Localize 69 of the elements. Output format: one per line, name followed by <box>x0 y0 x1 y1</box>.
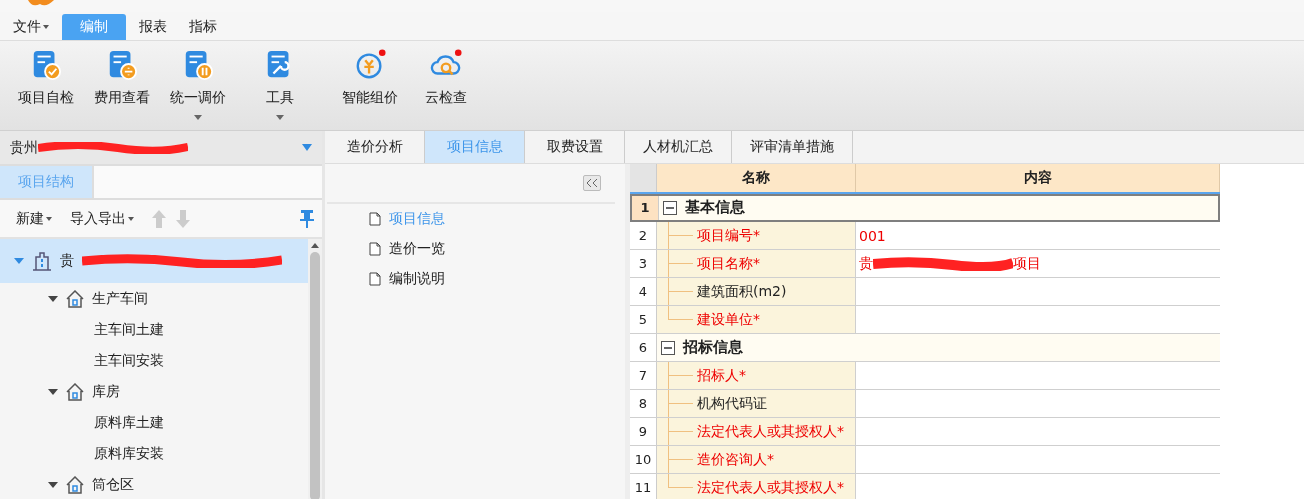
tree-item[interactable]: 筒仓区 <box>0 469 308 499</box>
tree-item[interactable]: 主车间安装 <box>0 345 308 376</box>
project-select[interactable]: 贵州 <box>0 131 322 166</box>
pin-icon[interactable] <box>300 209 314 228</box>
document-icon <box>369 242 381 256</box>
house-icon <box>66 289 84 308</box>
house-icon <box>66 382 84 401</box>
caret-icon <box>302 144 312 151</box>
ribbon-button[interactable]: 工具 <box>238 41 322 120</box>
collapse-toggle-icon[interactable] <box>661 340 675 355</box>
tree-item[interactable]: 生产车间 <box>0 283 308 314</box>
group-row[interactable]: 1 基本信息 <box>630 194 1220 222</box>
caret-icon <box>43 25 49 29</box>
toolbar-button[interactable]: 新建 <box>16 209 52 228</box>
expand-arrow-icon[interactable] <box>48 387 58 396</box>
collapse-button[interactable] <box>583 175 601 191</box>
column-header: 名称 <box>657 164 856 192</box>
row-number: 6 <box>630 334 657 361</box>
ribbon-button[interactable]: 费用查看 <box>86 41 158 107</box>
group-title: 基本信息 <box>685 198 745 217</box>
expand-arrow-icon[interactable] <box>48 294 58 303</box>
caret-icon <box>276 115 284 120</box>
ribbon-button[interactable]: 统一调价 <box>162 41 234 120</box>
menu-tab[interactable]: 指标 <box>180 14 226 40</box>
field-name: 机构代码证 <box>697 394 767 413</box>
scroll-up-arrow-icon[interactable] <box>311 243 319 248</box>
tree-item[interactable]: 主车间土建 <box>0 314 308 345</box>
app-logo <box>26 0 56 8</box>
nav-item[interactable]: 造价一览 <box>325 234 451 264</box>
scrollbar[interactable] <box>308 239 322 499</box>
field-name: 造价咨询人* <box>697 450 774 469</box>
house-icon <box>66 475 84 494</box>
toolbar-button[interactable]: 导入导出 <box>70 209 134 228</box>
field-name: 建筑面积(m2) <box>697 282 787 301</box>
field-value[interactable]: 001 <box>859 227 886 244</box>
ribbon-button[interactable]: 项目自检 <box>10 41 82 107</box>
group-title: 招标信息 <box>683 338 743 357</box>
tab[interactable]: 人材机汇总 <box>625 131 732 163</box>
expand-arrow-icon[interactable] <box>48 480 58 489</box>
field-name: 招标人* <box>697 366 746 385</box>
tree-item[interactable]: 原料库安装 <box>0 438 308 469</box>
group-row[interactable]: 6 招标信息 <box>630 334 1220 362</box>
column-header: 内容 <box>856 164 1220 192</box>
field-name: 建设单位* <box>697 310 760 329</box>
double-chevron-icon <box>586 178 598 188</box>
field-name: 项目编号* <box>697 226 760 245</box>
collapse-toggle-icon[interactable] <box>663 200 677 215</box>
yen-icon <box>354 49 386 81</box>
tree-item[interactable]: 贵 <box>0 239 308 283</box>
document-icon <box>369 272 381 286</box>
building-icon <box>32 251 52 271</box>
field-name: 法定代表人或其授权人* <box>697 478 844 497</box>
document-icon <box>369 212 381 226</box>
menu-tab[interactable]: 报表 <box>130 14 176 40</box>
tree-item[interactable]: 原料库土建 <box>0 407 308 438</box>
field-name: 项目名称* <box>697 254 760 273</box>
ribbon-button[interactable]: 云检查 <box>410 41 482 107</box>
caret-icon <box>128 216 134 221</box>
tab[interactable]: 取费设置 <box>525 131 625 163</box>
nav-item[interactable]: 编制说明 <box>325 264 451 294</box>
ribbon-button[interactable]: 智能组价 <box>334 41 406 107</box>
caret-icon <box>46 216 52 221</box>
field-value[interactable]: 贵 项目 <box>859 254 1041 273</box>
tree-item[interactable]: 库房 <box>0 376 308 407</box>
caret-icon <box>194 115 202 120</box>
row-number: 1 <box>632 194 659 221</box>
tab[interactable]: 评审清单措施 <box>732 131 853 163</box>
field-name: 法定代表人或其授权人* <box>697 422 844 441</box>
menu-tab[interactable]: 文件 <box>4 14 58 40</box>
